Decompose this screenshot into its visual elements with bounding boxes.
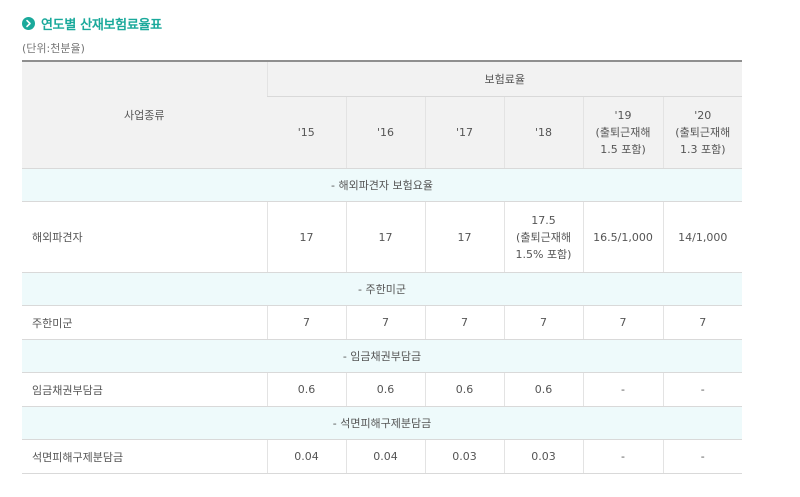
- section-title: - 임금채권부담금: [22, 339, 743, 373]
- unit-label: (단위:천분율): [22, 42, 85, 55]
- year-header: '20 (출퇴근재해 1.3 포함): [662, 96, 743, 169]
- table-row: 석면피해구제분담금 0.04 0.04 0.03 0.03 - -: [22, 439, 743, 474]
- section-row: - 주한미군: [22, 272, 743, 306]
- rate-cell: 17: [266, 201, 346, 273]
- rate-cell: 0.03: [424, 439, 504, 474]
- cell-text-line: 0.6: [455, 383, 474, 396]
- cell-text-line: 0.03: [452, 450, 477, 463]
- rate-cell: 0.6: [345, 372, 425, 407]
- cell-text-line: (출퇴근재해: [516, 230, 571, 244]
- cell-text-line: (출퇴근재해: [595, 126, 651, 139]
- rate-cell: 0.6: [424, 372, 504, 407]
- cell-text-line: 16.5/1,000: [593, 230, 653, 244]
- page: 연도별 산재보험료율표 (단위:천분율) 사업종류 보험료율 '15 '16 '17…: [0, 0, 800, 497]
- table-row: 해외파견자 17 17 17 17.5 (출퇴근재해 1.5% 포함) 16.5/1,000 1…: [22, 201, 743, 273]
- cell-text-line: -: [621, 450, 625, 463]
- cell-text-line: '20: [694, 109, 712, 122]
- cell-text-line: 17: [457, 230, 472, 244]
- rate-cell: -: [662, 372, 743, 407]
- cell-text-line: 7: [619, 316, 627, 329]
- section-heading: 연도별 산재보험료율표: [22, 14, 162, 33]
- cell-text-line: 1.3 포함): [679, 143, 726, 156]
- header-business-type: 사업종류: [22, 60, 267, 169]
- year-header: '19 (출퇴근재해 1.5 포함): [582, 96, 663, 169]
- cell-text-line: 14/1,000: [678, 230, 728, 244]
- rate-cell: 17: [424, 201, 504, 273]
- rate-cell: -: [582, 372, 663, 407]
- rate-cell: -: [662, 439, 743, 474]
- cell-text-line: -: [700, 450, 705, 463]
- section-title: - 석면피해구제분담금: [22, 406, 743, 440]
- cell-text-line: '17: [455, 126, 474, 139]
- row-name: 해외파견자: [22, 201, 267, 273]
- section-title: - 해외파견자 보험요율: [22, 168, 743, 202]
- rate-cell: 7: [503, 305, 583, 340]
- row-name: 석면피해구제분담금: [22, 439, 267, 474]
- year-header: '15: [267, 96, 346, 169]
- cell-text-line: -: [700, 383, 705, 396]
- rate-cell: 7: [345, 305, 425, 340]
- cell-text-line: 7: [303, 316, 310, 329]
- row-name: 임금채권부담금: [22, 372, 267, 407]
- rate-cell: 14/1,000: [662, 201, 743, 273]
- rate-cell: 7: [662, 305, 743, 340]
- insurance-rate-table: 사업종류 보험료율 '15 '16 '17 '18 '19 (출퇴근재해 1.5 포함) '2…: [22, 60, 743, 474]
- rate-cell: 17.5 (출퇴근재해 1.5% 포함): [503, 201, 583, 273]
- cell-text-line: 17: [299, 230, 314, 244]
- rate-cell: 0.6: [503, 372, 583, 407]
- rate-cell: 0.04: [345, 439, 425, 474]
- table-row: 주한미군 7 7 7 7 7 7: [22, 305, 743, 340]
- year-header: '17: [424, 96, 504, 169]
- rate-cell: 0.04: [266, 439, 346, 474]
- rate-cell: 16.5/1,000: [582, 201, 663, 273]
- cell-text-line: 17.5: [531, 213, 556, 227]
- header-insurance-rate: 보험료율: [266, 60, 743, 97]
- cell-text-line: 0.6: [534, 383, 553, 396]
- cell-text-line: 1.5 포함): [600, 143, 646, 156]
- cell-text-line: '16: [376, 126, 395, 139]
- cell-text-line: 7: [699, 316, 707, 329]
- rate-cell: 0.6: [266, 372, 346, 407]
- cell-text-line: '18: [534, 126, 553, 139]
- cell-text-line: 7: [540, 316, 547, 329]
- cell-text-line: 7: [461, 316, 468, 329]
- row-name: 주한미군: [22, 305, 267, 340]
- table-row: 임금채권부담금 0.6 0.6 0.6 0.6 - -: [22, 372, 743, 407]
- cell-text-line: 17: [378, 230, 393, 244]
- year-header: '18: [503, 96, 583, 169]
- section-row: - 해외파견자 보험요율: [22, 168, 743, 202]
- rate-cell: 7: [266, 305, 346, 340]
- section-row: - 석면피해구제분담금: [22, 406, 743, 440]
- cell-text-line: 0.04: [373, 450, 398, 463]
- cell-text-line: -: [621, 383, 625, 396]
- section-title: - 주한미군: [22, 272, 743, 306]
- rate-cell: 7: [424, 305, 504, 340]
- cell-text-line: 0.04: [294, 450, 319, 463]
- rate-cell: -: [582, 439, 663, 474]
- cell-text-line: 0.6: [376, 383, 395, 396]
- section-row: - 임금채권부담금: [22, 339, 743, 373]
- chevron-right-circle-icon: [22, 17, 35, 30]
- cell-text-line: 0.03: [531, 450, 556, 463]
- rate-cell: 0.03: [503, 439, 583, 474]
- cell-text-line: '19: [614, 109, 632, 122]
- cell-text-line: 1.5% 포함): [515, 247, 572, 261]
- year-header: '16: [345, 96, 425, 169]
- rate-cell: 17: [345, 201, 425, 273]
- cell-text-line: 0.6: [297, 383, 316, 396]
- cell-text-line: '15: [297, 126, 315, 139]
- cell-text-line: (출퇴근재해: [675, 126, 731, 139]
- cell-text-line: 7: [382, 316, 389, 329]
- page-title: 연도별 산재보험료율표: [41, 18, 162, 33]
- rate-cell: 7: [582, 305, 663, 340]
